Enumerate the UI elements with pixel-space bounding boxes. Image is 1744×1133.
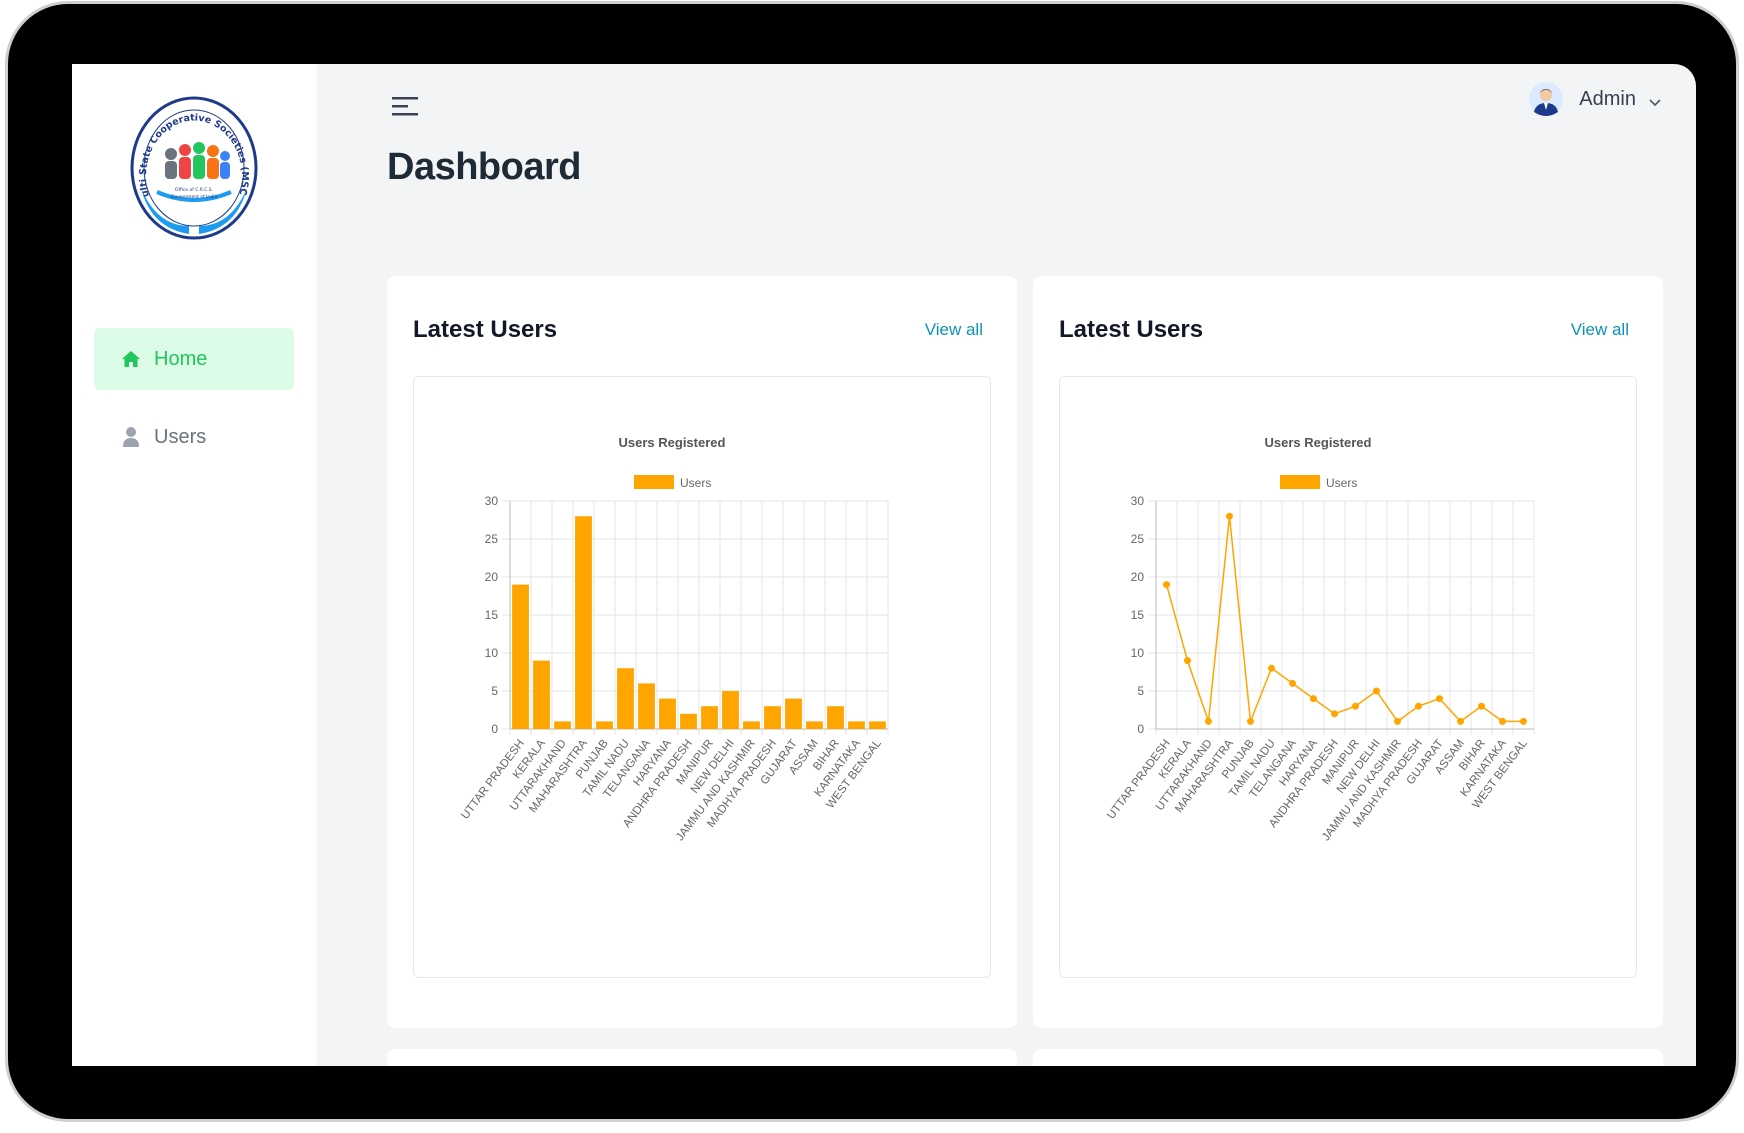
bottom-card-left — [387, 1049, 1017, 1066]
sidebar: Office of C.R.C.S. Government of India M… — [72, 64, 317, 1066]
y-tick-label: 25 — [1131, 532, 1145, 546]
data-point — [1499, 717, 1506, 725]
y-tick-label: 30 — [485, 494, 499, 508]
app-screen: Office of C.R.C.S. Government of India M… — [72, 64, 1696, 1066]
data-point — [1226, 512, 1233, 520]
sidebar-item-label: Home — [154, 347, 208, 370]
bar — [554, 721, 571, 729]
data-point — [1436, 695, 1443, 703]
bar — [806, 721, 823, 729]
data-point — [1268, 664, 1275, 672]
bar — [533, 660, 550, 729]
y-tick-label: 5 — [491, 684, 498, 698]
latest-users-card-bar: Latest Users View all Users Registered Us… — [387, 276, 1017, 1028]
data-point — [1184, 657, 1191, 665]
data-point — [1478, 702, 1485, 710]
y-tick-label: 25 — [485, 532, 499, 546]
view-all-link[interactable]: View all — [1571, 320, 1629, 340]
data-point — [1247, 717, 1254, 725]
data-point — [1457, 717, 1464, 725]
bar-chart: Users RegisteredUsers051015202530UTTAR P… — [459, 435, 889, 843]
y-tick-label: 10 — [485, 646, 499, 660]
chart-container: Users Registered Users 0 5 10 15 20 25 30 UTTAR P… — [1059, 376, 1637, 978]
data-point — [1394, 717, 1401, 725]
data-point — [1373, 687, 1380, 695]
chart-title: Users Registered — [1265, 435, 1372, 450]
device-frame: Office of C.R.C.S. Government of India M… — [8, 4, 1736, 1119]
page-title: Dashboard — [387, 146, 581, 188]
view-all-link[interactable]: View all — [925, 320, 983, 340]
bar — [680, 713, 697, 729]
sidebar-item-users[interactable]: Users — [94, 406, 294, 468]
card-title: Latest Users — [1059, 316, 1204, 343]
logo-sub1: Office of C.R.C.S. — [175, 187, 213, 193]
legend-label: Users — [1326, 476, 1357, 490]
data-point — [1163, 581, 1170, 589]
legend-label: Users — [680, 476, 711, 490]
y-tick-label: 20 — [485, 570, 499, 584]
bar — [848, 721, 865, 729]
bar — [785, 698, 802, 729]
card-title: Latest Users — [413, 316, 558, 343]
user-icon — [118, 424, 144, 450]
data-point — [1289, 679, 1296, 687]
mscs-logo[interactable]: Office of C.R.C.S. Government of India M… — [122, 88, 261, 252]
chart-container: Users Registered Users 0 5 10 15 20 25 30 UTTAR P… — [413, 376, 991, 978]
avatar — [1529, 82, 1564, 116]
bottom-card-right — [1033, 1049, 1663, 1066]
bar — [743, 721, 760, 729]
y-tick-label: 20 — [1131, 570, 1145, 584]
bar — [575, 516, 592, 729]
legend-swatch — [1280, 475, 1320, 489]
data-point — [1310, 695, 1317, 703]
y-tick-label: 0 — [491, 722, 498, 736]
y-tick-label: 0 — [1137, 722, 1144, 736]
bar — [869, 721, 886, 729]
data-point — [1205, 717, 1212, 725]
chart-title: Users Registered — [619, 435, 726, 450]
bar — [827, 706, 844, 729]
sidebar-item-label: Users — [154, 425, 207, 448]
data-point — [1352, 702, 1359, 710]
chevron-down-icon — [1648, 94, 1662, 107]
bar — [638, 683, 655, 729]
bar — [512, 584, 529, 729]
bar — [659, 698, 676, 729]
y-tick-label: 5 — [1137, 684, 1144, 698]
home-icon — [118, 346, 144, 372]
line-chart: Users RegisteredUsers051015202530UTTAR P… — [1105, 435, 1535, 843]
logo-sub2: Government of India — [171, 194, 218, 200]
user-menu[interactable]: Admin — [1529, 82, 1662, 116]
legend-swatch — [634, 475, 674, 489]
y-tick-label: 15 — [1131, 608, 1145, 622]
y-tick-label: 30 — [1131, 494, 1145, 508]
data-point — [1415, 702, 1422, 710]
bar — [764, 706, 781, 729]
data-point — [1520, 717, 1527, 725]
y-tick-label: 15 — [485, 608, 499, 622]
bar — [596, 721, 613, 729]
user-name: Admin — [1579, 87, 1636, 110]
bar — [617, 668, 634, 729]
bar — [701, 706, 718, 729]
bar — [722, 691, 739, 729]
y-tick-label: 10 — [1131, 646, 1145, 660]
latest-users-card-line: Latest Users View all Users Registered Us… — [1033, 276, 1663, 1028]
sidebar-item-home[interactable]: Home — [94, 328, 294, 390]
menu-toggle-icon[interactable] — [390, 94, 420, 118]
main-content: Dashboard Admin Latest Users View all Us… — [317, 64, 1696, 1066]
data-point — [1331, 710, 1338, 718]
